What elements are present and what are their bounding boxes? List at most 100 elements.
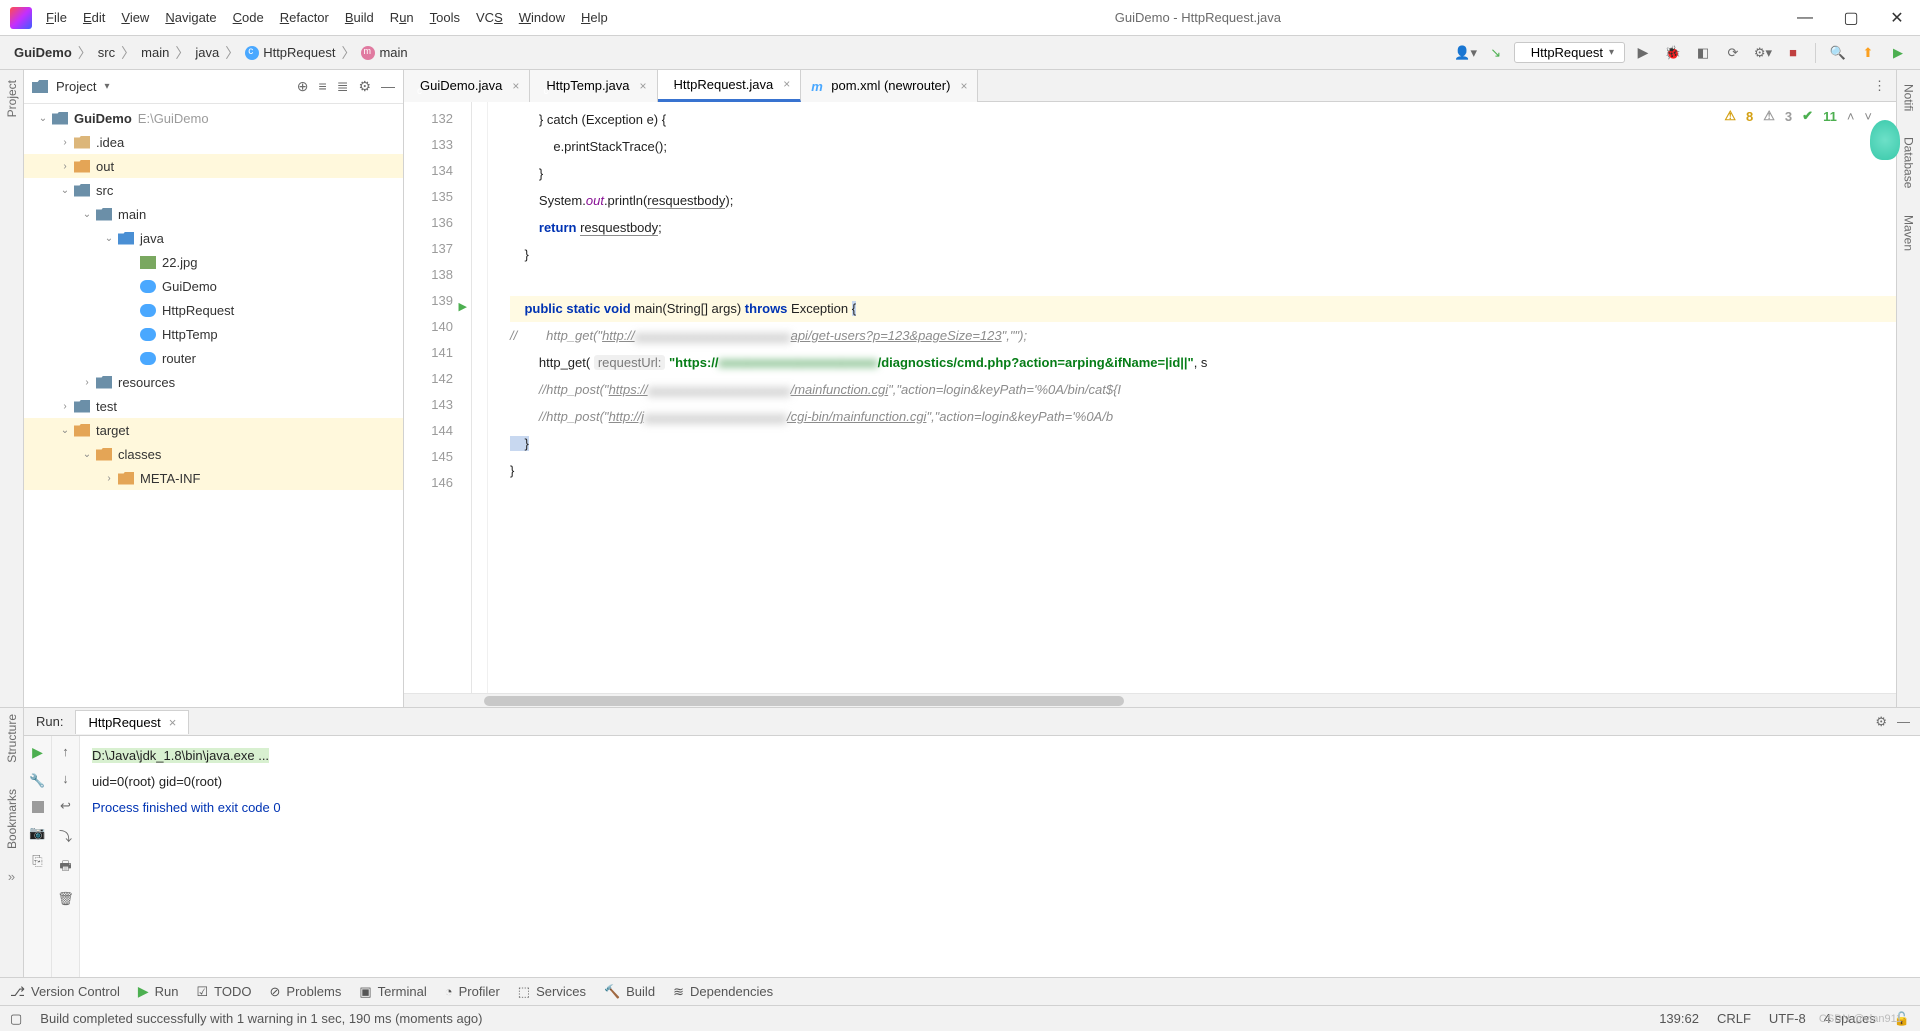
menu-run[interactable]: Run — [384, 6, 420, 29]
editor-tab[interactable]: mpom.xml (newrouter)× — [801, 70, 978, 102]
crumb-method[interactable]: main — [361, 45, 407, 60]
soft-wrap-icon[interactable]: ↩ — [60, 798, 71, 814]
tree-row[interactable]: ›test — [24, 394, 403, 418]
locate-icon[interactable]: ⊕ — [297, 78, 309, 95]
inspection-widget[interactable]: ⚠8 ⚠3 ✔11 ˄ ˅ — [1724, 108, 1872, 124]
menu-help[interactable]: Help — [575, 6, 614, 29]
tool-todo[interactable]: ☑TODO — [197, 984, 252, 1000]
run-tab[interactable]: HttpRequest × — [75, 710, 189, 734]
tree-row[interactable]: HttpTemp — [24, 322, 403, 346]
tool-terminal[interactable]: ▣Terminal — [359, 984, 426, 1000]
chevron-down-icon[interactable]: ˅ — [1864, 109, 1872, 124]
crumb-main[interactable]: main — [141, 45, 169, 60]
close-icon[interactable]: × — [639, 79, 646, 93]
wrench-icon[interactable]: 🔧 — [29, 773, 45, 789]
scrollbar-thumb[interactable] — [484, 696, 1124, 706]
camera-icon[interactable]: 📷 — [29, 825, 45, 841]
fold-column[interactable] — [472, 102, 488, 693]
tool-bookmarks[interactable]: Bookmarks — [5, 783, 19, 855]
tree-row[interactable]: ›META-INF — [24, 466, 403, 490]
close-icon[interactable]: × — [512, 79, 519, 93]
tree-row[interactable]: GuiDemo — [24, 274, 403, 298]
tool-profiler[interactable]: ◔Profiler — [445, 984, 500, 999]
editor-tab[interactable]: HttpTemp.java× — [530, 70, 657, 102]
project-tree[interactable]: ⌄GuiDemoE:\GuiDemo›.idea›out⌄src⌄main⌄ja… — [24, 104, 403, 707]
file-encoding[interactable]: UTF-8 — [1769, 1011, 1806, 1027]
profile-button[interactable]: ⟳ — [1721, 41, 1745, 65]
menu-edit[interactable]: Edit — [77, 6, 111, 29]
console-output[interactable]: D:\Java\jdk_1.8\bin\java.exe ... uid=0(r… — [80, 736, 1920, 977]
editor-tab[interactable]: HttpRequest.java× — [658, 70, 802, 102]
menu-navigate[interactable]: Navigate — [159, 6, 222, 29]
menu-code[interactable]: Code — [227, 6, 270, 29]
more-icon[interactable]: » — [8, 869, 15, 884]
rerun-icon[interactable]: ▶ — [32, 744, 43, 761]
down-icon[interactable]: ↓ — [62, 771, 69, 786]
menu-window[interactable]: Window — [513, 6, 571, 29]
stop-icon[interactable] — [32, 801, 44, 813]
chevron-up-icon[interactable]: ˄ — [1847, 109, 1855, 124]
tree-row[interactable]: ⌄main — [24, 202, 403, 226]
crumb-java[interactable]: java — [195, 45, 219, 60]
tree-row[interactable]: ›.idea — [24, 130, 403, 154]
tree-row[interactable]: ›resources — [24, 370, 403, 394]
crumb-class[interactable]: HttpRequest — [245, 45, 335, 60]
hide-icon[interactable]: — — [381, 78, 395, 95]
tool-version-control[interactable]: ⎇Version Control — [10, 984, 120, 1000]
gutter[interactable]: 132133134135136137138139▶140141142143144… — [404, 102, 472, 693]
crumb-project[interactable]: GuiDemo — [14, 45, 72, 60]
tool-build[interactable]: 🔨Build — [604, 984, 655, 1000]
close-icon[interactable]: × — [960, 79, 967, 93]
tree-row[interactable]: 22.jpg — [24, 250, 403, 274]
tool-database[interactable]: Database — [1902, 131, 1916, 194]
tool-problems[interactable]: ⊘Problems — [270, 984, 342, 1000]
menu-refactor[interactable]: Refactor — [274, 6, 335, 29]
run-config-selector[interactable]: HttpRequest ▾ — [1514, 42, 1625, 63]
caret-position[interactable]: 139:62 — [1659, 1011, 1699, 1027]
search-button[interactable]: 🔍 — [1826, 41, 1850, 65]
tool-project[interactable]: Project — [5, 74, 19, 123]
tree-row[interactable]: ⌄java — [24, 226, 403, 250]
close-icon[interactable]: × — [169, 715, 177, 730]
user-icon[interactable]: 👤▾ — [1454, 41, 1478, 65]
settings-icon[interactable]: ⚙ — [358, 78, 371, 95]
tool-notifications[interactable]: Notifi — [1902, 78, 1916, 117]
chevron-down-icon[interactable]: ▾ — [104, 81, 109, 92]
menu-file[interactable]: File — [40, 6, 73, 29]
minimize-button[interactable]: — — [1782, 0, 1828, 36]
tool-structure[interactable]: Structure — [5, 708, 19, 769]
horizontal-scrollbar[interactable] — [404, 693, 1896, 707]
coverage-button[interactable]: ◧ — [1691, 41, 1715, 65]
update-button[interactable]: ⬆ — [1856, 41, 1880, 65]
status-icon[interactable]: ▢ — [10, 1011, 22, 1027]
trash-icon[interactable]: 🗑 — [57, 891, 74, 907]
tree-row[interactable]: ›out — [24, 154, 403, 178]
close-icon[interactable]: × — [783, 77, 790, 91]
close-window-button[interactable]: ✕ — [1874, 0, 1920, 36]
run-gutter-icon[interactable]: ▶ — [459, 294, 467, 320]
print-icon[interactable]: 🖶 — [59, 857, 71, 879]
up-icon[interactable]: ↑ — [62, 744, 69, 759]
tree-row[interactable]: router — [24, 346, 403, 370]
editor-tab[interactable]: GuiDemo.java× — [404, 70, 530, 102]
tree-row[interactable]: HttpRequest — [24, 298, 403, 322]
tree-row[interactable]: ⌄classes — [24, 442, 403, 466]
line-separator[interactable]: CRLF — [1717, 1011, 1751, 1027]
collapse-icon[interactable]: ≣ — [337, 78, 349, 95]
menu-view[interactable]: View — [115, 6, 155, 29]
hide-icon[interactable]: — — [1897, 714, 1910, 730]
tool-run[interactable]: ▶Run — [138, 983, 179, 1000]
exit-icon[interactable]: ⎘ — [32, 853, 42, 869]
menu-vcs[interactable]: VCS — [470, 6, 509, 29]
tool-maven[interactable]: Maven — [1902, 209, 1916, 257]
debug-button[interactable]: 🐞 — [1661, 41, 1685, 65]
crumb-src[interactable]: src — [98, 45, 115, 60]
editor-tabs-menu-icon[interactable]: ⋮ — [1863, 78, 1896, 94]
expand-icon[interactable]: ≡ — [319, 78, 327, 95]
tree-row[interactable]: ⌄src — [24, 178, 403, 202]
ide-button[interactable]: ▶ — [1886, 41, 1910, 65]
tree-row[interactable]: ⌄GuiDemoE:\GuiDemo — [24, 106, 403, 130]
tool-services[interactable]: ⬚Services — [518, 984, 586, 1000]
menu-build[interactable]: Build — [339, 6, 380, 29]
scroll-icon[interactable]: ⤵ — [59, 826, 72, 845]
